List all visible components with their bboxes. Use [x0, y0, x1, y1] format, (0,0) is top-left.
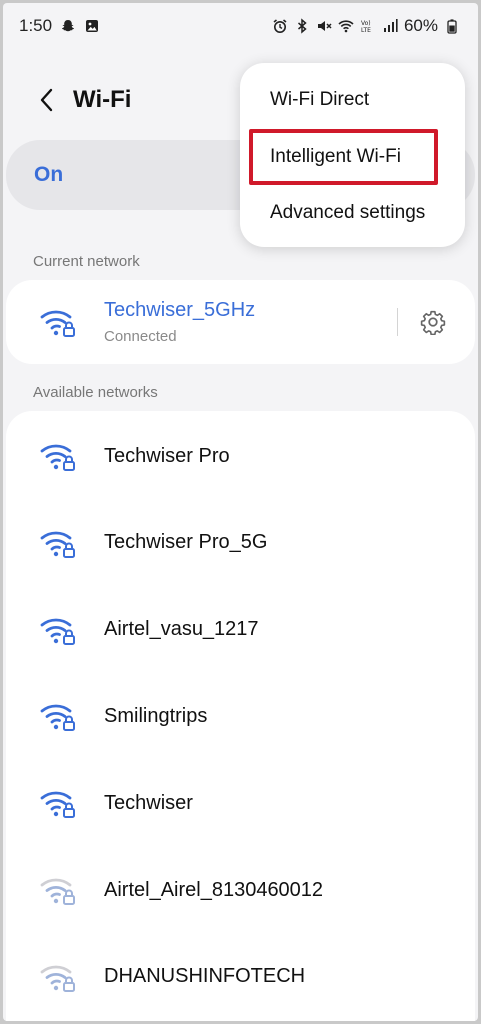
menu-item-wifi-direct[interactable]: Wi-Fi Direct [270, 89, 369, 111]
network-row[interactable]: Techwiser Pro [6, 413, 475, 499]
network-row[interactable]: Airtel_vasu_1217 [6, 587, 475, 673]
network-name: Smilingtrips [104, 704, 208, 727]
wifi-locked-icon [40, 444, 75, 471]
current-network-heading: Current network [33, 253, 140, 270]
highlight-box [249, 129, 438, 185]
wifi-locked-icon [40, 878, 75, 905]
wifi-icon [338, 18, 354, 34]
snapchat-icon [60, 18, 76, 34]
wifi-locked-icon [40, 310, 75, 337]
back-button[interactable] [27, 80, 67, 120]
chevron-left-icon [40, 88, 53, 112]
wifi-locked-icon [40, 791, 75, 819]
network-name: Airtel_Airel_8130460012 [104, 878, 324, 901]
network-row[interactable]: DHANUSHINFOTECH [6, 934, 475, 1020]
gallery-icon [84, 18, 100, 34]
screen: 1:50 Vo) LTE 60% Wi-Fi On Current networ… [3, 3, 478, 1021]
available-networks-list: Techwiser Pro Techwiser Pro_5G Airtel_vasu… [6, 411, 475, 1021]
available-networks-heading: Available networks [33, 384, 158, 401]
gear-icon [420, 310, 446, 335]
status-time: 1:50 [19, 16, 53, 35]
network-name: DHANUSHINFOTECH [104, 965, 306, 988]
wifi-locked-icon [40, 618, 75, 645]
network-name: Airtel_vasu_1217 [104, 618, 259, 641]
network-row[interactable]: Smilingtrips [6, 673, 475, 759]
battery-percent: 60% [403, 16, 438, 35]
volte-icon: Vo) LTE [360, 18, 376, 34]
current-network-name: Techwiser_5GHz [104, 299, 256, 321]
svg-text:Vo): Vo) [361, 20, 371, 27]
alarm-icon [272, 18, 288, 34]
page-title: Wi-Fi [73, 86, 132, 113]
signal-icon [382, 18, 398, 34]
battery-icon [444, 18, 460, 34]
network-row[interactable]: Techwiser Pro_5G [6, 500, 475, 586]
network-settings-button[interactable] [417, 306, 449, 338]
current-network-status: Connected [104, 328, 177, 345]
network-name: Techwiser Pro_5G [104, 531, 268, 554]
menu-item-advanced-settings[interactable]: Advanced settings [270, 202, 425, 224]
network-row[interactable]: Techwiser [6, 760, 475, 846]
mute-icon [316, 18, 332, 34]
divider [397, 308, 398, 336]
network-name: Techwiser [104, 791, 193, 814]
network-name: Techwiser Pro [104, 444, 230, 467]
svg-text:LTE: LTE [361, 27, 371, 34]
wifi-toggle-label: On [34, 163, 64, 186]
status-bar: 1:50 Vo) LTE 60% [3, 3, 478, 49]
wifi-locked-icon [40, 704, 75, 732]
bluetooth-icon [294, 18, 310, 34]
wifi-locked-icon [40, 965, 75, 992]
wifi-locked-icon [40, 531, 75, 558]
current-network-card[interactable]: Techwiser_5GHz Connected [6, 280, 475, 364]
network-row[interactable]: Airtel_Airel_8130460012 [6, 847, 475, 933]
